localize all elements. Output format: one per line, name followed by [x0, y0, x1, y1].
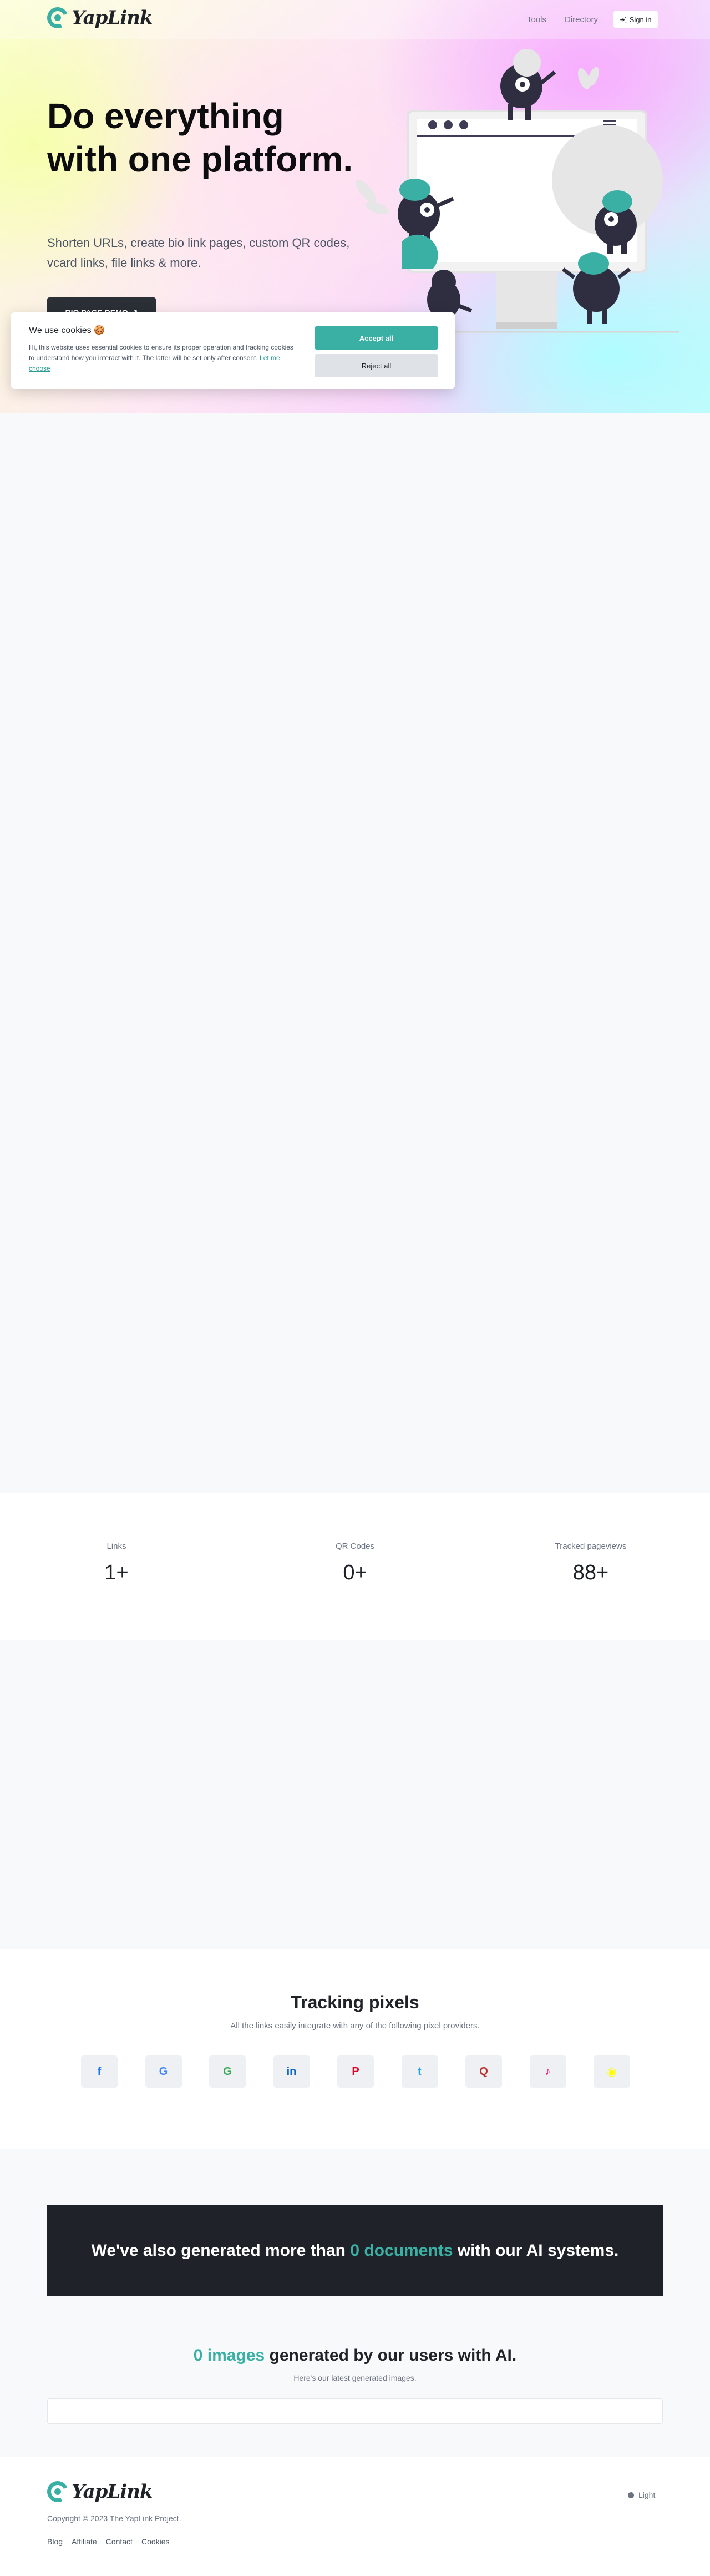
tracking-pixels-title: Tracking pixels [291, 1992, 419, 2012]
ai-images-title: 0 images generated by our users with AI. [0, 2346, 710, 2365]
footer: YapLink Copyright © 2023 The YapLink Pro… [0, 2457, 710, 2576]
pixel-provider-linkedin: in [273, 2055, 310, 2088]
logo-mark-icon [44, 2478, 72, 2506]
sign-in-icon: ➜] [620, 16, 627, 23]
stat-label: QR Codes [335, 1542, 375, 1551]
ai-documents-post: with our AI systems. [457, 2241, 619, 2260]
brand-logo[interactable]: YapLink [44, 4, 153, 32]
logo-mark-icon [44, 4, 72, 32]
google-tag-manager-icon: G [223, 2065, 232, 2078]
cookie-description: Hi, this website uses essential cookies … [29, 344, 293, 362]
stat-links: Links 1+ [33, 1542, 200, 1585]
sign-in-label: Sign in [629, 15, 652, 24]
google-analytics-icon: G [159, 2065, 168, 2078]
footer-link-affiliate[interactable]: Affiliate [72, 2537, 97, 2546]
ai-images-count: 0 images [193, 2346, 265, 2365]
stat-value: 1+ [104, 1561, 129, 1584]
logo-text: YapLink [72, 7, 153, 29]
theme-icon [628, 2492, 634, 2498]
tracking-pixels-section: Tracking pixels All the links easily int… [0, 1949, 710, 2149]
footer-link-cookies[interactable]: Cookies [141, 2537, 170, 2546]
hero-section: YapLink Tools Directory ➜] Sign in Do ev… [0, 0, 710, 413]
pixel-provider-google-tag-manager: G [209, 2055, 246, 2088]
pinterest-icon: P [352, 2065, 359, 2078]
theme-toggle[interactable]: Light [628, 2491, 655, 2499]
stat-value: 0+ [343, 1561, 367, 1584]
stats-section: Links 1+ QR Codes 0+ Tracked pageviews 8… [0, 1493, 710, 1640]
pixel-provider-facebook: f [81, 2055, 118, 2088]
cookie-consent-modal: We use cookies 🍪 Hi, this website uses e… [11, 312, 455, 389]
stat-label: Links [106, 1542, 126, 1551]
linkedin-icon: in [286, 2065, 297, 2078]
ai-images-subtitle: Here's our latest generated images. [293, 2373, 417, 2382]
quora-icon: Q [479, 2065, 488, 2078]
footer-logo-text: YapLink [72, 2481, 153, 2503]
copyright-text: Copyright © 2023 The YapLink Project. [47, 2514, 181, 2523]
pixel-provider-tiktok: ♪ [529, 2055, 566, 2088]
theme-label: Light [638, 2491, 656, 2499]
tiktok-icon: ♪ [545, 2065, 551, 2078]
footer-link-blog[interactable]: Blog [47, 2537, 63, 2546]
hero-subtitle: Shorten URLs, create bio link pages, cus… [47, 236, 350, 270]
stat-label: Tracked pageviews [555, 1542, 627, 1551]
cookie-text: Hi, this website uses essential cookies … [29, 342, 295, 374]
pixel-provider-snapchat: ◉ [594, 2055, 630, 2088]
ai-documents-banner: We've also generated more than 0 documen… [47, 2205, 663, 2296]
cookie-title: We use cookies 🍪 [29, 326, 105, 335]
ai-images-post: generated by our users with AI. [269, 2346, 517, 2365]
footer-logo[interactable]: YapLink [44, 2478, 153, 2506]
reject-all-button[interactable]: Reject all [315, 354, 438, 377]
stat-value: 88+ [572, 1561, 609, 1584]
pixel-provider-quora: Q [465, 2055, 502, 2088]
snapchat-icon: ◉ [607, 2065, 617, 2078]
ai-images-gallery [47, 2398, 663, 2424]
hero-title: Do everything with one platform. [47, 96, 353, 179]
ai-documents-text: We've also generated more than 0 documen… [92, 2241, 619, 2260]
pixel-provider-pinterest: P [337, 2055, 374, 2088]
footer-link-contact[interactable]: Contact [106, 2537, 133, 2546]
hero-illustration [356, 49, 679, 333]
footer-links: Blog Affiliate Contact Cookies [47, 2537, 170, 2546]
ai-documents-count: 0 documents [350, 2241, 453, 2260]
nav-tools-link[interactable]: Tools [527, 15, 546, 24]
accept-all-button[interactable]: Accept all [315, 326, 438, 350]
tracking-pixels-subtitle: All the links easily integrate with any … [230, 2021, 480, 2031]
navbar: YapLink Tools Directory ➜] Sign in [0, 0, 710, 39]
pixel-provider-google-analytics: G [145, 2055, 182, 2088]
ai-documents-pre: We've also generated more than [91, 2241, 346, 2260]
facebook-icon: f [97, 2065, 102, 2078]
monster-top-illustration [500, 49, 556, 120]
pixel-provider-twitter: t [401, 2055, 438, 2088]
stat-tracked-pageviews: Tracked pageviews 88+ [508, 1542, 674, 1585]
stat-qr-codes: QR Codes 0+ [272, 1542, 438, 1585]
nav-directory-link[interactable]: Directory [565, 15, 598, 24]
twitter-icon: t [418, 2065, 422, 2078]
sign-in-button[interactable]: ➜] Sign in [613, 11, 658, 28]
